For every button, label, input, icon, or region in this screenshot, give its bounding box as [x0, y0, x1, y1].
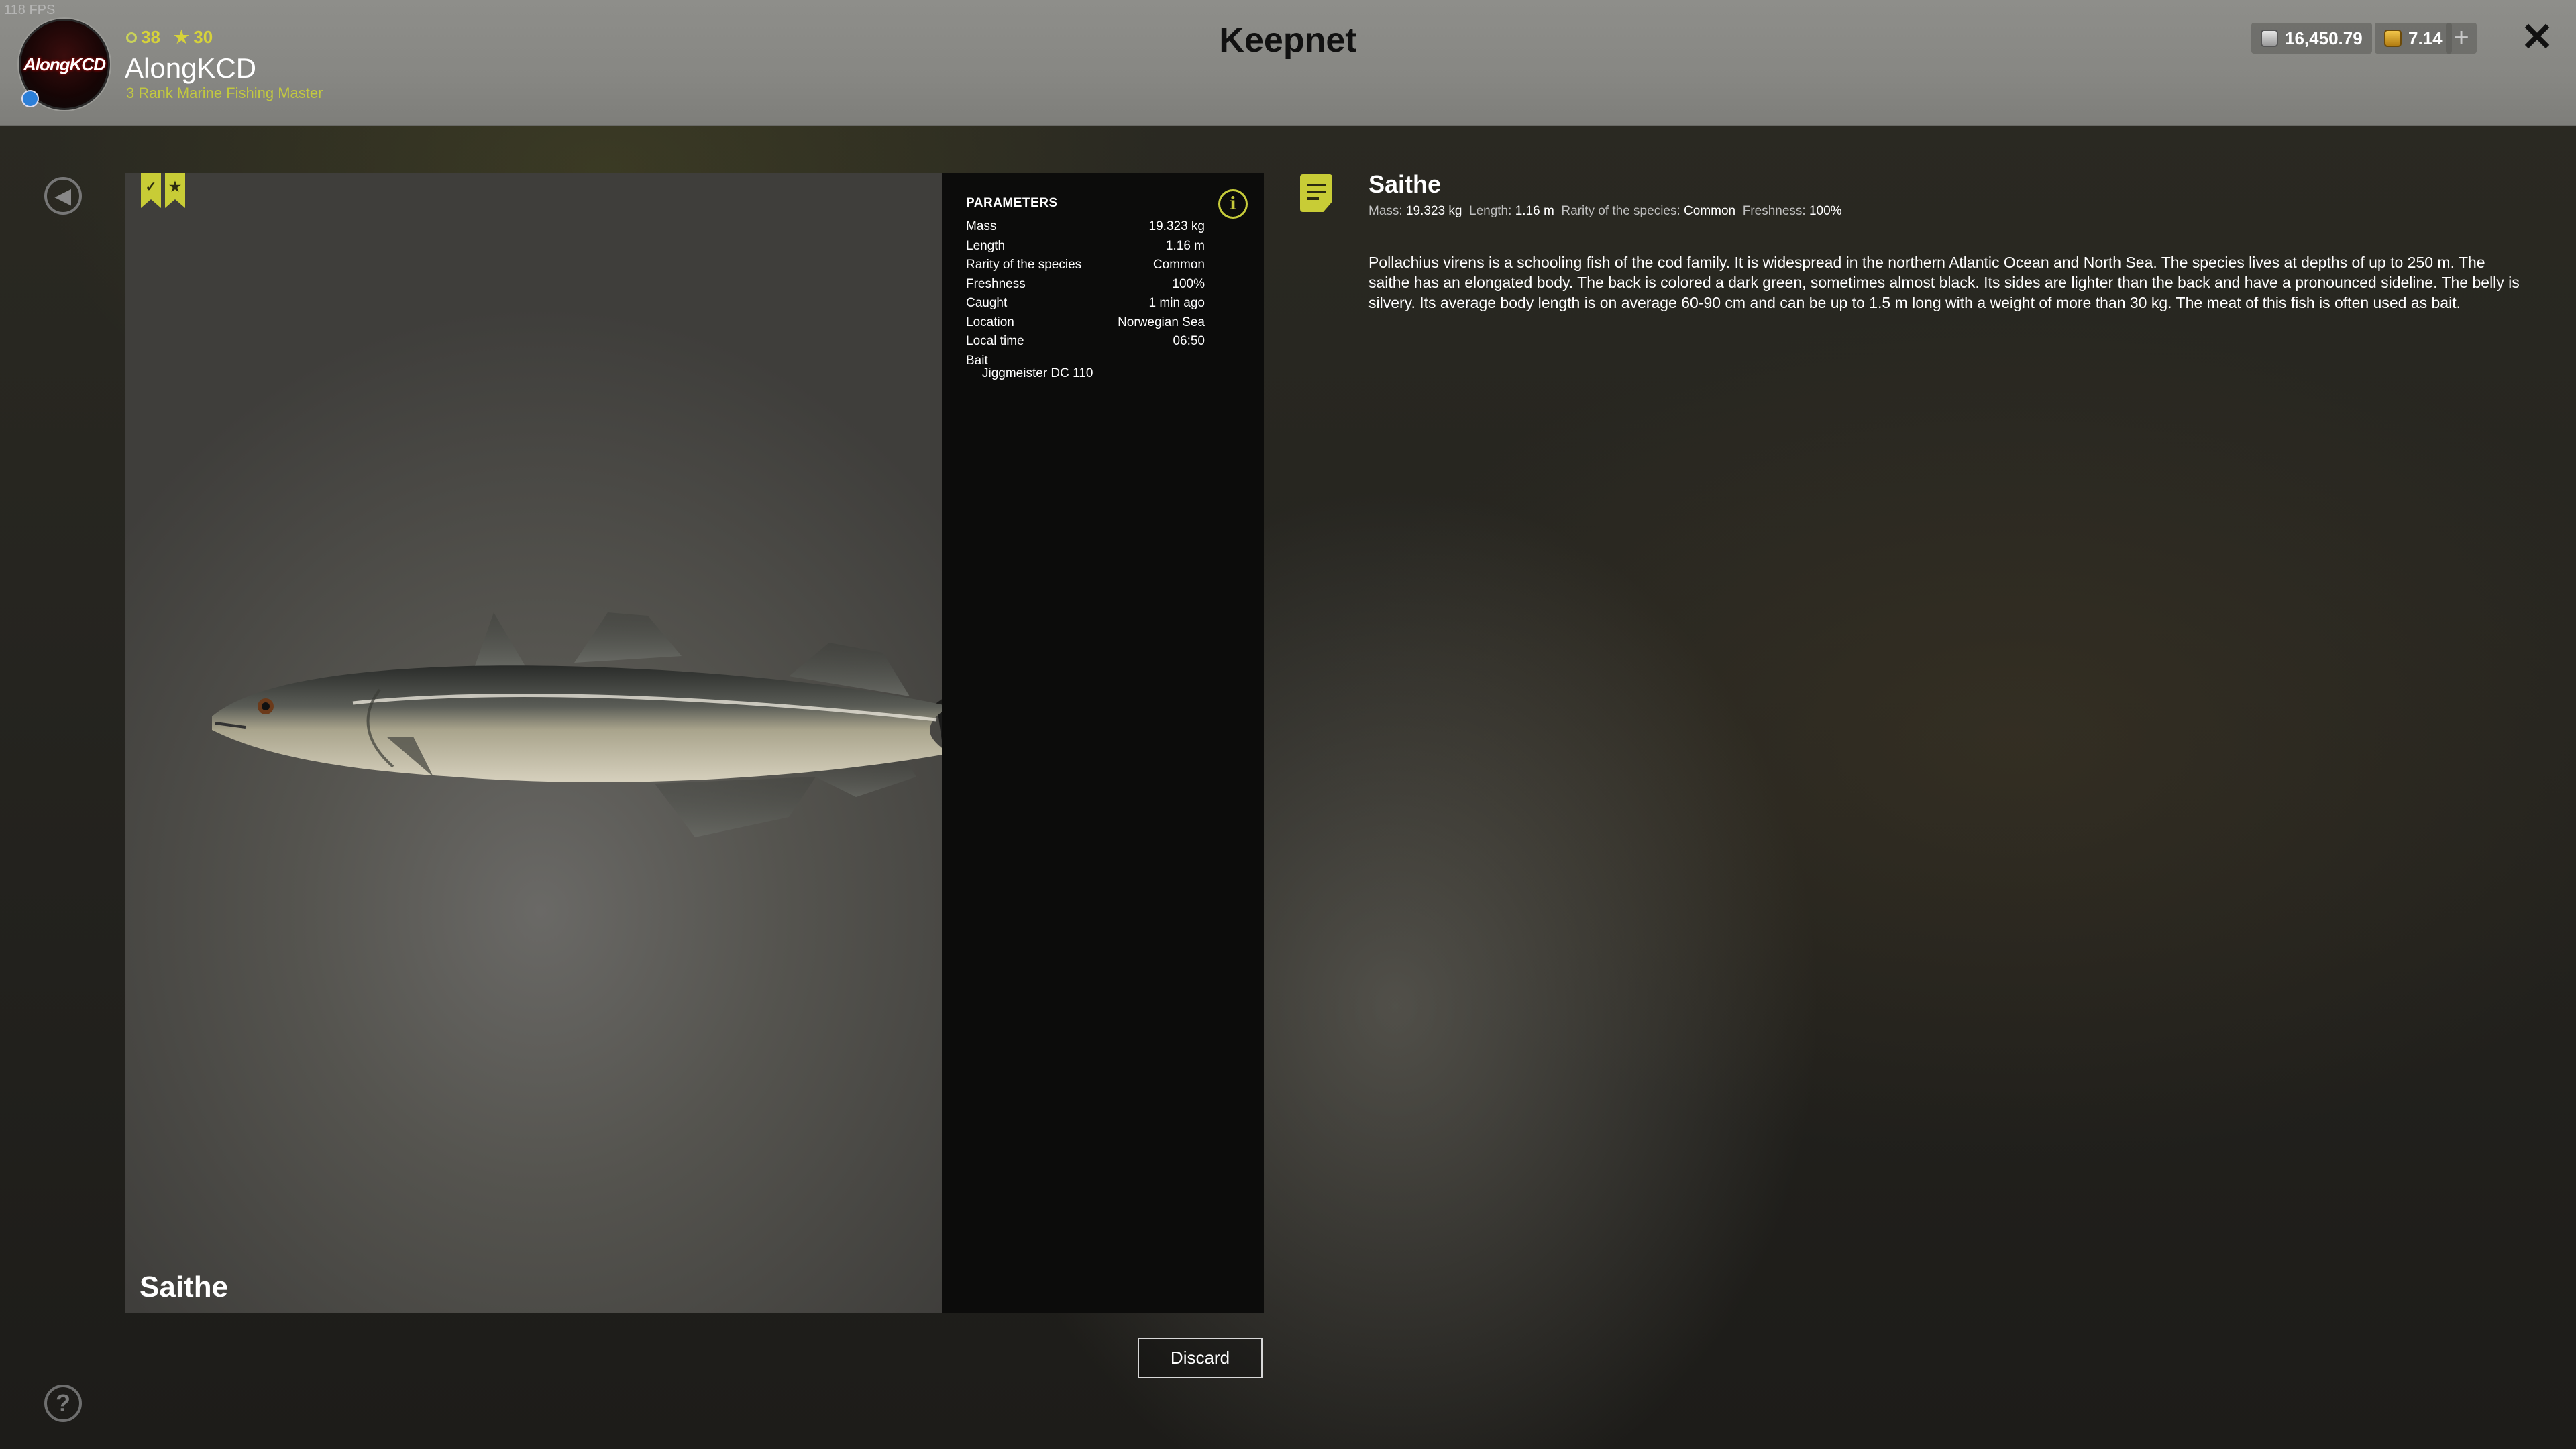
meta-value: 1.16 m: [1515, 204, 1554, 218]
param-value: 1 min ago: [1148, 296, 1205, 310]
fps-counter: 118 FPS: [4, 3, 56, 17]
meta-label: Mass:: [1368, 204, 1403, 218]
level-stat: 38: [126, 27, 160, 48]
param-row-location: Location Norwegian Sea: [966, 313, 1205, 333]
page-title: Keepnet: [1219, 21, 1357, 60]
bookmark-check-icon[interactable]: ✓: [141, 173, 161, 208]
meta-label: Length:: [1469, 204, 1512, 218]
param-label: Freshness: [966, 276, 1026, 291]
parameters-panel: PARAMETERS i Mass 19.323 kg Length 1.16 …: [942, 173, 1264, 1313]
description-title: Saithe: [1368, 170, 1442, 198]
description-summary: Mass: 19.323 kg Length: 1.16 m Rarity of…: [1368, 204, 1842, 219]
username: AlongKCD: [125, 52, 257, 84]
description-note-icon: [1300, 174, 1332, 212]
silver-value: 16,450.79: [2285, 28, 2363, 48]
discard-button[interactable]: Discard: [1138, 1338, 1263, 1378]
close-button[interactable]: ✕: [2520, 18, 2555, 57]
param-label: Caught: [966, 296, 1008, 310]
param-label: Local time: [966, 334, 1024, 348]
avatar-logo-text: AlongKCD: [23, 54, 106, 74]
add-currency-button[interactable]: +: [2446, 23, 2477, 54]
level-icon: [126, 32, 137, 43]
param-row-caught: Caught 1 min ago: [966, 294, 1205, 313]
param-row-freshness: Freshness 100%: [966, 275, 1205, 294]
bait-value: Jiggmeister DC 110: [982, 366, 1093, 380]
meta-value: Common: [1684, 204, 1736, 218]
player-stats: 38 ★ 30: [126, 27, 213, 48]
param-label: Location: [966, 315, 1014, 329]
note-line: [1307, 197, 1319, 200]
param-label: Rarity of the species: [966, 258, 1082, 272]
description-text: Pollachius virens is a schooling fish of…: [1368, 254, 2520, 311]
note-line: [1307, 191, 1326, 193]
param-value: 19.323 kg: [1148, 219, 1205, 233]
param-row-local-time: Local time 06:50: [966, 332, 1205, 352]
back-arrow-icon: ◀: [55, 184, 71, 207]
gold-balance[interactable]: 7.14: [2375, 23, 2452, 54]
star-icon: ★: [173, 27, 190, 47]
param-row-length: Length 1.16 m: [966, 237, 1205, 256]
param-label: Mass: [966, 219, 997, 233]
player-rank: 3 Rank Marine Fishing Master: [126, 85, 323, 101]
param-value: 06:50: [1173, 334, 1205, 348]
param-value: 100%: [1172, 276, 1205, 291]
bookmark-star-icon[interactable]: ★: [165, 173, 185, 208]
silver-balance[interactable]: 16,450.79: [2251, 23, 2372, 54]
note-line: [1307, 184, 1326, 186]
parameters-title: PARAMETERS: [966, 196, 1058, 210]
level-value: 38: [141, 27, 160, 47]
meta-value: 100%: [1809, 204, 1842, 218]
fish-view-panel: ✓ ★ Saithe: [125, 173, 1051, 1313]
gold-value: 7.14: [2408, 28, 2443, 48]
info-icon[interactable]: i: [1218, 189, 1248, 219]
param-value: 1.16 m: [1165, 238, 1205, 253]
param-value: Common: [1152, 258, 1205, 272]
meta-label: Rarity of the species:: [1561, 204, 1680, 218]
param-label: Length: [966, 238, 1006, 253]
top-bar: 118 FPS AlongKCD 38 ★ 30 AlongKCD 3 Rank…: [0, 0, 2576, 126]
param-row-rarity: Rarity of the species Common: [966, 256, 1205, 275]
meta-value: 19.323 kg: [1405, 204, 1462, 218]
param-row-mass: Mass 19.323 kg: [966, 217, 1205, 237]
silver-coin-icon: [2261, 30, 2278, 47]
help-button[interactable]: ?: [44, 1385, 82, 1422]
fish-name-label: Saithe: [140, 1271, 229, 1303]
parameters-list: Mass 19.323 kg Length 1.16 m Rarity of t…: [966, 217, 1205, 381]
stars-value: 30: [193, 27, 213, 47]
stars-stat: ★ 30: [174, 27, 213, 48]
gold-coin-icon: [2384, 30, 2402, 47]
meta-label: Freshness:: [1742, 204, 1806, 218]
param-value: Norwegian Sea: [1118, 315, 1205, 329]
back-button[interactable]: ◀: [44, 177, 82, 215]
bookmark-group: ✓ ★: [141, 173, 185, 208]
platform-badge-icon: [21, 90, 39, 107]
